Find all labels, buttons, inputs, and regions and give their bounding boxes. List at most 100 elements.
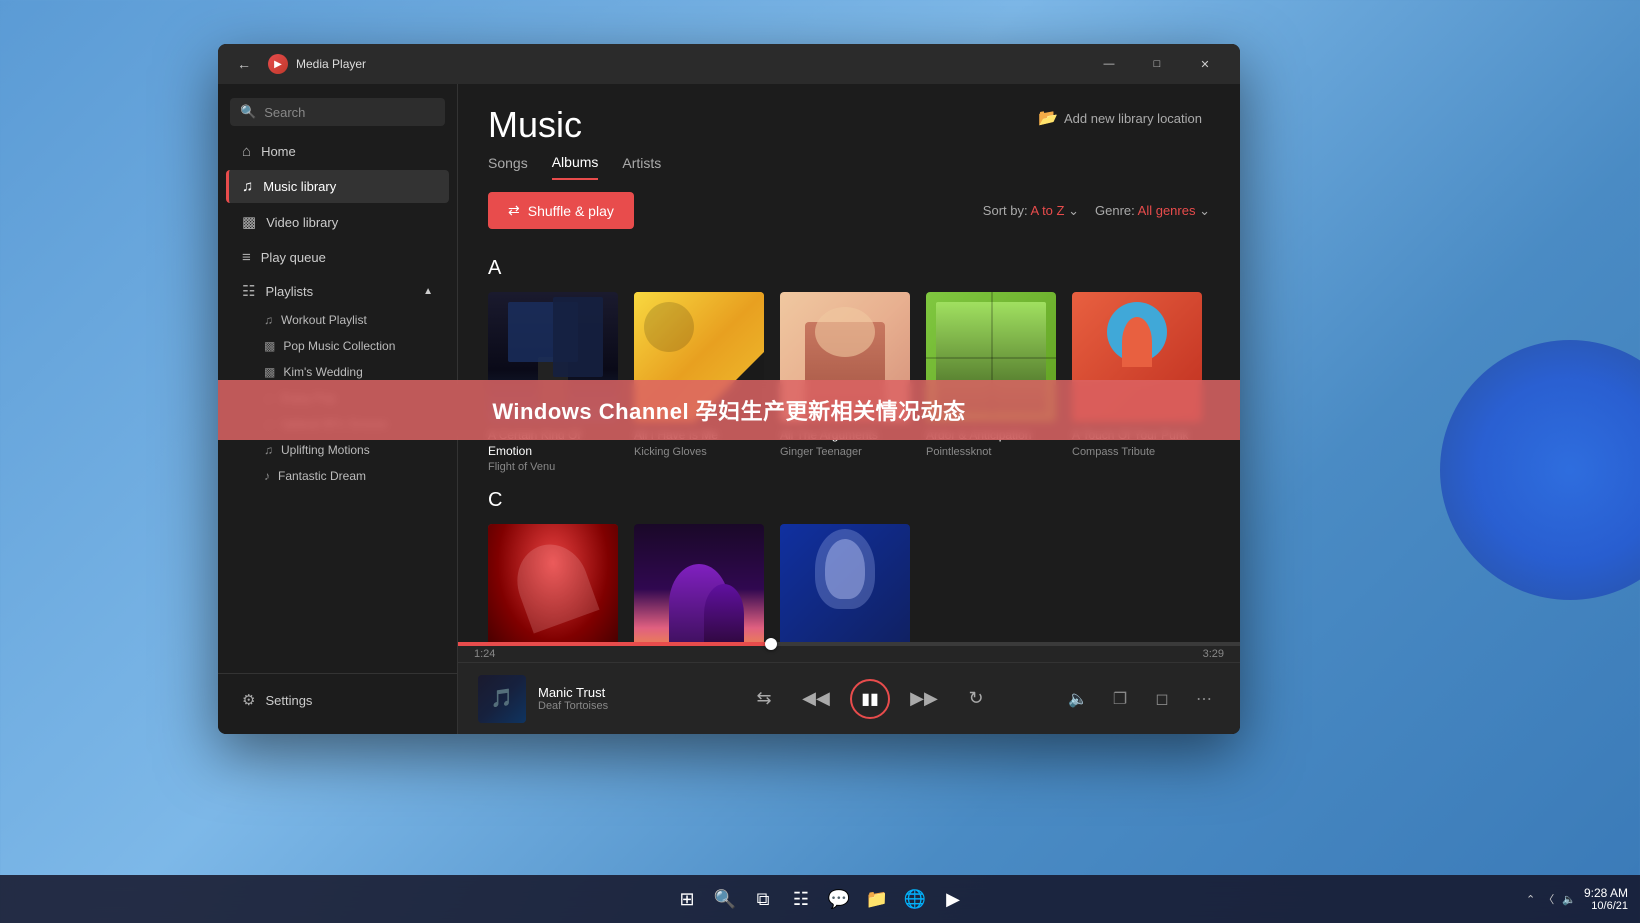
sidebar-label-music: Music library: [263, 179, 336, 194]
tab-songs[interactable]: Songs: [488, 155, 528, 179]
total-time: 3:29: [1203, 648, 1224, 660]
album-card-complete-strangers[interactable]: Complete Strangers Corbin Revival: [488, 524, 618, 642]
progress-bar[interactable]: [458, 642, 1240, 646]
sidebar-label-video: Video library: [266, 215, 338, 230]
taskbar-chevron-icon: ⌃: [1526, 893, 1535, 906]
tab-albums[interactable]: Albums: [552, 154, 599, 180]
search-input[interactable]: [264, 105, 440, 120]
sidebar-item-music-library[interactable]: ♫ Music library: [226, 170, 449, 203]
tab-artists[interactable]: Artists: [622, 155, 661, 179]
next-button[interactable]: ▶▶: [906, 681, 942, 717]
playlist-workout[interactable]: ♫ Workout Playlist: [226, 307, 449, 333]
maximize-button[interactable]: □: [1134, 48, 1180, 80]
progress-thumb: [765, 638, 777, 650]
close-button[interactable]: ✕: [1182, 48, 1228, 80]
right-controls: 🔈 ❐ ◻ ⋯: [1062, 683, 1220, 715]
minimize-button[interactable]: —: [1086, 48, 1132, 80]
album-card-crazy-times[interactable]: Crazy Times Saving Gabrielle: [780, 524, 910, 642]
playlist-icon-uplifting: ♫: [264, 443, 273, 457]
sidebar-item-settings[interactable]: ⚙ Settings: [226, 683, 449, 717]
sort-chevron-icon: ⌄: [1068, 203, 1079, 218]
section-a: A: [488, 257, 1210, 280]
now-playing-artwork: 🎵: [478, 675, 526, 723]
add-library-button[interactable]: 📂 Add new library location: [1030, 104, 1210, 132]
playlists-icon: ☷: [242, 282, 255, 300]
start-button[interactable]: ⊞: [671, 883, 703, 915]
repeat-button[interactable]: ↻: [958, 681, 994, 717]
settings-label: Settings: [265, 693, 312, 708]
section-c: C: [488, 489, 1210, 512]
time-labels: 1:24 3:29: [458, 646, 1240, 662]
now-playing-info: Manic Trust Deaf Tortoises: [538, 685, 678, 712]
task-view-button[interactable]: ⧉: [747, 883, 779, 915]
notification-text: Windows Channel 孕妇生产更新相关情况动态: [492, 394, 965, 426]
playlists-label: Playlists: [265, 284, 313, 299]
search-icon: 🔍: [240, 104, 256, 120]
files-button[interactable]: 📁: [861, 883, 893, 915]
cast-button[interactable]: ◻: [1146, 683, 1178, 715]
shuffle-icon: ⇄: [508, 202, 520, 219]
decorative-circle: [1440, 340, 1640, 600]
playlist-icon-wedding: ▩: [264, 365, 275, 379]
albums-container: A A Certain Kind Of Emotion Flight of Ve…: [458, 241, 1240, 642]
genre-chevron-icon: ⌄: [1199, 203, 1210, 218]
sort-value[interactable]: A to Z: [1031, 203, 1065, 218]
sidebar-item-video-library[interactable]: ▩ Video library: [226, 205, 449, 239]
sort-controls: Sort by: A to Z ⌄ Genre: All genres ⌄: [983, 203, 1210, 219]
album-artist-touch-punk: Compass Tribute: [1072, 446, 1202, 458]
previous-button[interactable]: ◀◀: [798, 681, 834, 717]
more-button[interactable]: ⋯: [1188, 683, 1220, 715]
album-artist-ardor: Pointlessknot: [926, 446, 1056, 458]
shuffle-button[interactable]: ⇆: [746, 681, 782, 717]
shuffle-play-button[interactable]: ⇄ Shuffle & play: [488, 192, 634, 229]
now-playing-artist: Deaf Tortoises: [538, 700, 678, 712]
volume-button[interactable]: 🔈: [1062, 683, 1094, 715]
taskbar-clock[interactable]: 9:28 AM 10/6/21: [1584, 886, 1628, 912]
fullscreen-button[interactable]: ❐: [1104, 683, 1136, 715]
genre-value[interactable]: All genres: [1138, 203, 1196, 218]
taskbar: ⊞ 🔍 ⧉ ☷ 💬 📁 🌐 ▶ ⌃ 〈 🔈 9:28 AM 10/6/21: [0, 875, 1640, 923]
sidebar-item-home[interactable]: ⌂ Home: [226, 135, 449, 168]
sidebar-item-play-queue[interactable]: ≡ Play queue: [226, 241, 449, 274]
widgets-button[interactable]: ☷: [785, 883, 817, 915]
now-playing-area: 1:24 3:29 🎵 Manic Trust Deaf Tortoises ⇆…: [458, 642, 1240, 734]
sort-label: Sort by: A to Z ⌄: [983, 203, 1079, 219]
playlist-icon-pop: ▩: [264, 339, 275, 353]
search-box[interactable]: 🔍: [230, 98, 445, 126]
album-artist-all-arguments: Ginger Teenager: [780, 446, 910, 458]
main-header: Music 📂 Add new library location Songs A…: [458, 84, 1240, 180]
now-playing-bar: 🎵 Manic Trust Deaf Tortoises ⇆ ◀◀ ▮▮ ▶▶ …: [458, 662, 1240, 734]
wifi-icon: 〈: [1543, 891, 1554, 907]
album-artist-certain-kind: Flight of Venu: [488, 461, 618, 473]
playlist-fantastic[interactable]: ♪ Fantastic Dream: [226, 463, 449, 489]
album-artist-all-i-have: Kicking Gloves: [634, 446, 764, 458]
settings-icon: ⚙: [242, 691, 255, 709]
back-button[interactable]: ←: [230, 50, 258, 78]
add-library-icon: 📂: [1038, 108, 1058, 128]
playback-controls: ⇆ ◀◀ ▮▮ ▶▶ ↻: [678, 679, 1062, 719]
window-controls: — □ ✕: [1086, 48, 1228, 80]
music-icon: ♫: [242, 178, 253, 195]
playlist-icon-workout: ♫: [264, 313, 273, 327]
titlebar-nav: ←: [230, 50, 258, 78]
queue-icon: ≡: [242, 249, 251, 266]
chevron-up-icon: ▲: [423, 286, 433, 297]
playlist-pop-collection[interactable]: ▩ Pop Music Collection: [226, 333, 449, 359]
video-icon: ▩: [242, 213, 256, 231]
pause-button[interactable]: ▮▮: [850, 679, 890, 719]
search-taskbar-button[interactable]: 🔍: [709, 883, 741, 915]
home-icon: ⌂: [242, 143, 251, 160]
chat-button[interactable]: 💬: [823, 883, 855, 915]
media-player-taskbar[interactable]: ▶: [937, 883, 969, 915]
playlist-uplifting[interactable]: ♫ Uplifting Motions: [226, 437, 449, 463]
volume-taskbar-icon: 🔈: [1562, 893, 1576, 906]
edge-button[interactable]: 🌐: [899, 883, 931, 915]
playlists-section[interactable]: ☷ Playlists ▲: [226, 276, 449, 306]
app-icon: ▶: [268, 54, 288, 74]
sidebar-label-queue: Play queue: [261, 250, 326, 265]
taskbar-center: ⊞ 🔍 ⧉ ☷ 💬 📁 🌐 ▶: [671, 883, 969, 915]
progress-filled: [458, 642, 771, 646]
current-time: 1:24: [474, 648, 495, 660]
app-title: Media Player: [296, 57, 1086, 71]
album-card-compromise[interactable]: Compromise Moves Fast Pete Brawn: [634, 524, 764, 642]
